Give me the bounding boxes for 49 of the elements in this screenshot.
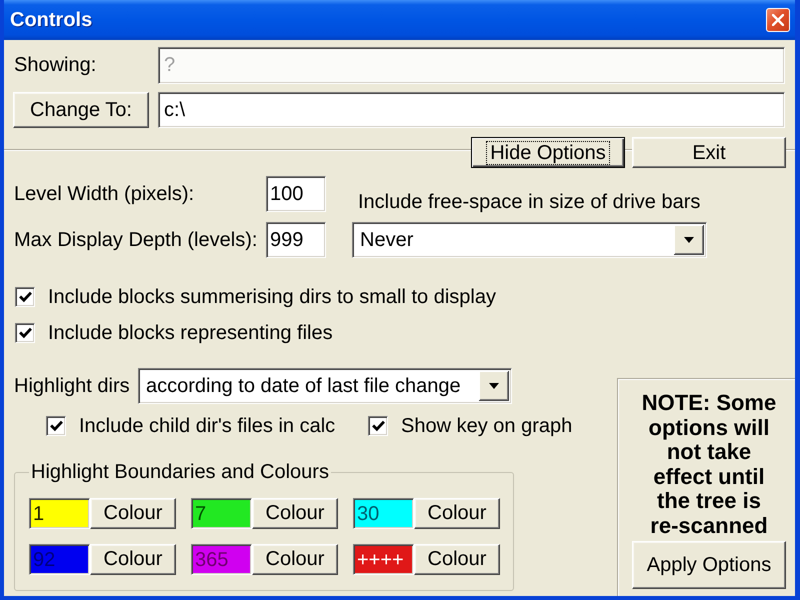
- max-depth-label: Max Display Depth (levels):: [14, 228, 258, 252]
- boundary-value: 1: [33, 502, 44, 524]
- boundary-field[interactable]: ++++: [353, 544, 414, 575]
- colour-button[interactable]: Colour: [252, 544, 338, 575]
- path-field[interactable]: c:\: [158, 92, 785, 128]
- highlight-dropdown[interactable]: according to date of last file change: [138, 368, 512, 404]
- boundary-value: 365: [195, 548, 228, 570]
- close-button[interactable]: [766, 8, 790, 32]
- checkbox[interactable]: [15, 323, 35, 343]
- checkbox-label[interactable]: Include blocks representing files: [48, 322, 333, 344]
- free-space-label: Include free-space in size of drive bars: [357, 191, 702, 214]
- checkbox-label[interactable]: Include child dir's files in calc: [79, 415, 336, 437]
- colour-button[interactable]: Colour: [414, 498, 500, 529]
- colour-button[interactable]: Colour: [414, 544, 500, 575]
- max-depth-field[interactable]: 999: [266, 222, 326, 258]
- boundary-value: 92: [33, 548, 56, 570]
- checkbox[interactable]: [46, 416, 66, 436]
- colour-button[interactable]: Colour: [90, 544, 176, 575]
- boundary-field[interactable]: 7: [191, 498, 252, 529]
- dropdown-arrow-icon: [479, 371, 509, 401]
- close-icon: [772, 14, 784, 26]
- colour-button[interactable]: Colour: [252, 498, 338, 529]
- level-width-field[interactable]: 100: [266, 176, 326, 212]
- change-to-button[interactable]: Change To:: [13, 92, 149, 128]
- boundary-value: 30: [357, 502, 380, 524]
- note-text: NOTE: Some options will not take effect until the tree is re-scanned: [641, 391, 777, 539]
- checkmark-icon: [18, 291, 32, 303]
- checkbox[interactable]: [15, 287, 35, 307]
- window-title: Controls: [10, 8, 92, 32]
- hide-options-button[interactable]: Hide Options: [471, 137, 625, 168]
- level-width-label: Level Width (pixels):: [14, 182, 196, 206]
- checkmark-icon: [372, 420, 384, 432]
- checkmark-icon: [50, 420, 62, 432]
- checkbox-label[interactable]: Show key on graph: [401, 415, 572, 437]
- group-title: Highlight Boundaries and Colours: [30, 461, 330, 484]
- boundary-value: ++++: [357, 548, 404, 570]
- colour-button[interactable]: Colour: [90, 498, 176, 529]
- exit-button[interactable]: Exit: [632, 137, 786, 168]
- checkbox-label[interactable]: Include blocks summerising dirs to small to display: [48, 286, 496, 308]
- showing-label: Showing:: [14, 54, 98, 77]
- highlight-dirs-label: Highlight dirs: [14, 374, 131, 398]
- checkbox[interactable]: [368, 416, 388, 436]
- dropdown-arrow-icon: [674, 225, 704, 255]
- checkmark-icon: [18, 327, 32, 339]
- free-space-dropdown[interactable]: Never: [352, 222, 707, 258]
- boundary-value: 7: [195, 502, 206, 524]
- boundary-field[interactable]: 30: [353, 498, 414, 529]
- boundary-field[interactable]: 1: [29, 498, 90, 529]
- apply-options-button[interactable]: Apply Options: [632, 541, 786, 589]
